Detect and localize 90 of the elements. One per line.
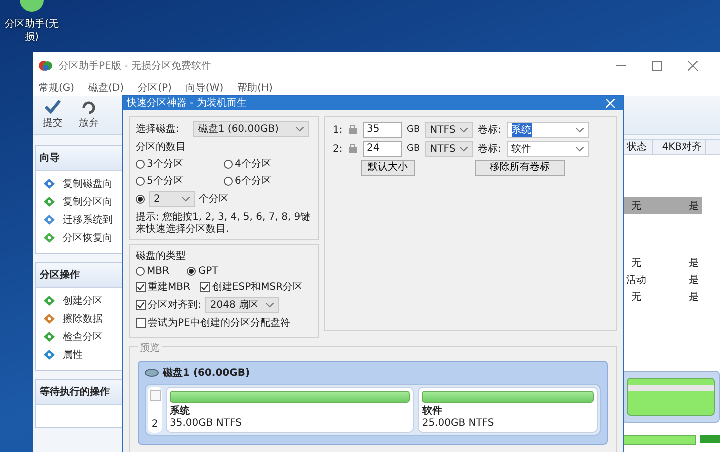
checkbox[interactable]: 创建ESP和MSR分区 [200, 280, 304, 294]
undo-icon [81, 100, 97, 114]
partition-name: 系统 [170, 406, 191, 418]
caret-icon [296, 126, 304, 132]
menu-item[interactable]: 常规(G) [39, 81, 75, 95]
sidebar-item[interactable]: 创建分区 [44, 294, 126, 308]
app-icon[interactable] [19, 0, 45, 12]
field-label: 卷标: [478, 142, 502, 156]
sidebar-item[interactable]: 复制分区向 [44, 195, 126, 209]
size-input[interactable]: 35 [363, 122, 402, 138]
window-title: 分区助手PE版 - 无损分区免费软件 [59, 60, 212, 73]
sidebar-item[interactable]: 分区恢复向 [44, 231, 126, 245]
table-cell-text: 是 [688, 290, 700, 304]
menu-item[interactable]: 分区(P) [138, 81, 172, 95]
caret-icon [460, 146, 468, 152]
toolbar-button[interactable]: 提交 [43, 100, 63, 130]
unit-label: GB [407, 144, 420, 154]
sidebar-item[interactable]: 迁移系统到 [44, 213, 126, 227]
table-row[interactable]: 活动 是 [622, 271, 702, 288]
group-title: 预览 [138, 341, 162, 355]
maximize-icon[interactable] [652, 61, 662, 71]
field-label: 卷标: [478, 124, 502, 137]
volume-label-dropdown[interactable]: 软件 [506, 141, 589, 157]
radio-button[interactable]: 5个分区 [136, 174, 224, 188]
sidebar-item[interactable]: 检查分区 [44, 330, 126, 344]
table-cell-text: 无 [630, 290, 643, 304]
section-label: 分区的数目 [136, 141, 187, 154]
checkbox[interactable] [150, 390, 160, 401]
table-cell-text: 是 [688, 200, 700, 212]
app-logo-icon [39, 60, 53, 72]
checkbox[interactable]: 重建MBR [136, 280, 190, 294]
partition-detail: 35.00GB NTFS [170, 418, 243, 429]
filesystem-dropdown[interactable]: NTFS [425, 122, 474, 138]
close-icon[interactable] [688, 61, 698, 71]
table-cell-text: 无 [630, 256, 643, 270]
menu-item[interactable]: 磁盘(D) [88, 81, 124, 95]
radio-button[interactable]: 4个分区 [224, 157, 312, 171]
disk-icon [145, 369, 159, 377]
partition-card[interactable]: 系统 35.00GB NTFS [166, 387, 414, 433]
hint-text: 提示: 您能按1, 2, 3, 4, 5, 6, 7, 8, 9键来快速选择分区数目. [136, 212, 312, 236]
partition-card[interactable]: 软件 25.00GB NTFS [418, 387, 598, 433]
menu-item[interactable]: 帮助(H) [238, 81, 273, 95]
unit-label: GB [407, 125, 420, 135]
dialog-title: 快速分区神器 - 为装机而生 [127, 96, 247, 110]
count-dropdown[interactable]: 2 [149, 191, 195, 207]
dialog-button[interactable]: 默认大小 [361, 160, 415, 176]
field-label: 个分区 [199, 193, 229, 206]
table-cell-text: 是 [688, 256, 700, 270]
table-row[interactable]: 无 是 [622, 197, 702, 214]
table-cell-text: 是 [688, 274, 700, 286]
partition-name: 软件 [422, 406, 444, 418]
radio-button[interactable]: 3个分区 [136, 157, 224, 171]
table-row[interactable]: 无 是 [622, 254, 702, 271]
alignment-dropdown[interactable]: 2048 扇区 [205, 297, 280, 313]
caret-icon [182, 196, 190, 202]
disk-title: 磁盘1 (60.00GB) [163, 366, 250, 380]
checkmark-icon [201, 282, 210, 292]
toolbar-button[interactable]: 放弃 [79, 100, 99, 130]
partition-detail: 25.00GB NTFS [422, 418, 496, 429]
volume-label-dropdown[interactable]: 系统 [506, 122, 589, 138]
radio-button[interactable]: GPT [187, 266, 218, 277]
checkmark-icon [45, 100, 61, 114]
sidebar-item[interactable]: 属性 [44, 348, 126, 362]
caret-icon [460, 128, 468, 132]
radio-button[interactable]: MBR [136, 266, 170, 277]
field-label: 选择磁盘: [136, 122, 180, 136]
dialog-button[interactable]: 移除所有卷标 [475, 160, 565, 176]
caret-icon [576, 128, 584, 132]
table-row[interactable]: 无 是 [622, 288, 702, 305]
filesystem-dropdown[interactable]: NTFS [425, 141, 474, 157]
sidebar-item[interactable]: 复制磁盘向 [44, 177, 126, 191]
partition-index: 2: [333, 144, 343, 154]
sidebar-item[interactable]: 擦除数据 [44, 312, 126, 326]
disk-dropdown[interactable]: 磁盘1 (60.00GB) [193, 121, 310, 137]
menu-item[interactable]: 向导(W) [186, 81, 224, 95]
column-header[interactable]: 4KB对齐 [653, 140, 706, 154]
checkbox[interactable]: 尝试为PE中创建的分区分配盘符 [136, 316, 304, 330]
partition-index: 1: [333, 124, 343, 136]
radio-button[interactable]: 6个分区 [224, 174, 312, 188]
section-label: 磁盘的类型 [136, 250, 187, 263]
disk-panel[interactable]: 磁盘1 (60.00GB) 2 系统 35.00GB NTFS 软件 25.00GB NTFS [138, 361, 608, 445]
table-cell-text: 活动 [626, 274, 648, 286]
size-input[interactable]: 24 [363, 141, 402, 157]
desktop-icon-label[interactable]: 分区助手(无损) [4, 18, 60, 44]
table-cell-text: 无 [630, 200, 643, 212]
checkbox[interactable]: 分区对齐到: [136, 298, 202, 312]
radio-button[interactable] [136, 194, 145, 204]
caret-icon [576, 146, 584, 152]
partition-count: 2 [152, 419, 158, 430]
caret-icon [266, 302, 274, 308]
